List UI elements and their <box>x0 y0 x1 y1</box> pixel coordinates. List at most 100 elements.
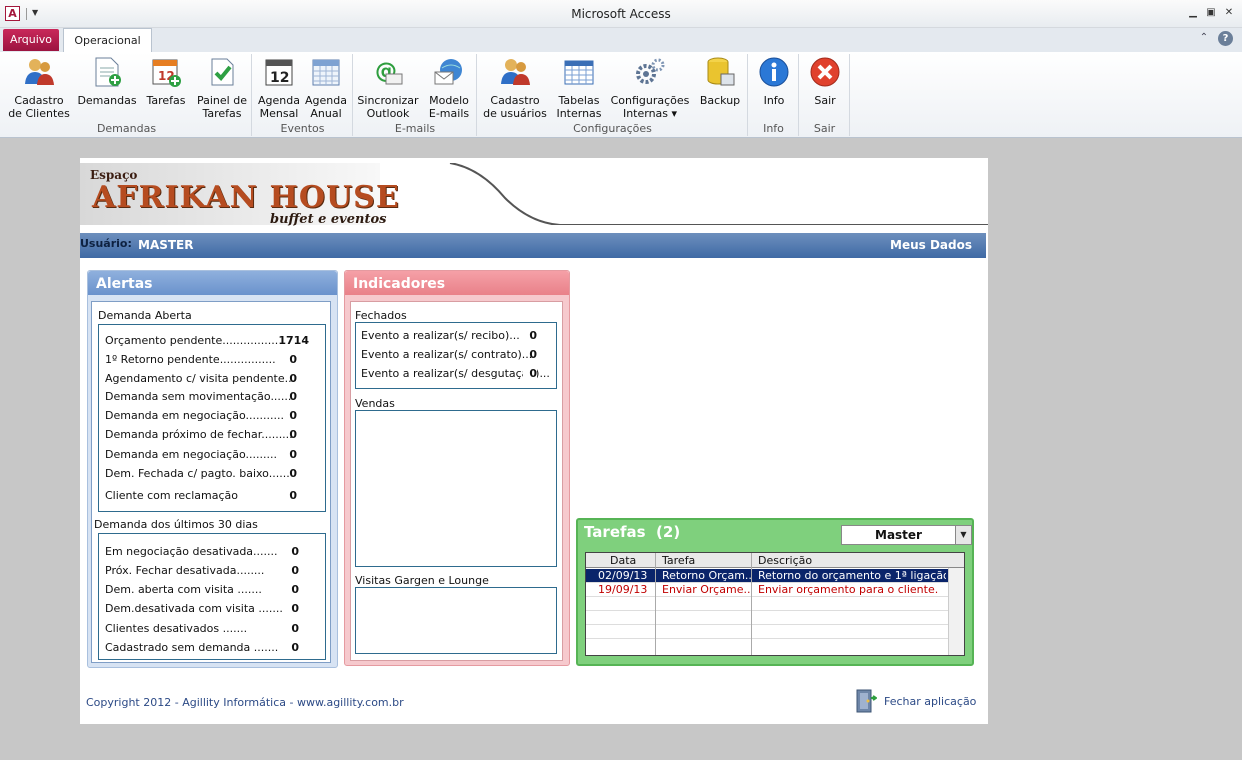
close-window-button[interactable]: ✕ <box>1222 6 1236 20</box>
tabelas-internas-button[interactable]: Tabelas Internas <box>552 56 606 120</box>
calendar-12-icon: 12 <box>263 56 295 88</box>
group-eventos: 12 Agenda Mensal Agenda Anual Eventos <box>253 54 353 136</box>
visitas-box <box>355 587 557 654</box>
window-title: Microsoft Access <box>571 7 671 21</box>
row-descricao: Retorno do orçamento e 1ª ligação c... <box>758 569 946 582</box>
group-info: Info Info <box>749 54 799 136</box>
visitas-label: Visitas Gargen e Lounge <box>355 574 489 587</box>
document-add-icon <box>91 56 123 88</box>
painel-tarefas-button[interactable]: Painel de Tarefas <box>194 56 250 120</box>
title-bar: A ▼ Microsoft Access ▁ ▣ ✕ <box>0 0 1242 28</box>
row-descricao: Enviar orçamento para o cliente. <box>758 583 939 596</box>
chevron-down-icon[interactable]: ▼ <box>955 526 971 544</box>
restore-button[interactable]: ▣ <box>1204 6 1218 20</box>
tarefas-count: (2) <box>656 523 681 541</box>
group-label-demandas: Demandas <box>96 122 157 135</box>
backup-button[interactable]: Backup <box>694 56 746 107</box>
alertas-content: Demanda Aberta Orçamento pendente.......… <box>91 301 331 663</box>
user-filter-value: Master <box>875 528 922 542</box>
group-configuracoes: Cadastro de usuários Tabelas Internas Co… <box>478 54 748 136</box>
svg-text:12: 12 <box>270 70 289 86</box>
agenda-anual-button[interactable]: Agenda Anual <box>303 56 349 120</box>
door-exit-icon[interactable] <box>855 688 878 714</box>
ultimos-30-dias-box: Em negociação desativada....... 0 Próx. F… <box>98 533 326 660</box>
main-form: Espaço AFRIKAN HOUSE buffet e eventos Us… <box>80 158 988 724</box>
tab-arquivo[interactable]: Arquivo <box>3 29 59 51</box>
gears-icon <box>634 56 666 88</box>
group-emails: @ Sincronizar Outlook Modelo E-mails E-m… <box>354 54 477 136</box>
column-header-descricao[interactable]: Descrição <box>758 554 812 567</box>
cadastro-clientes-button[interactable]: Cadastro de Clientes <box>4 56 74 120</box>
demandas-button[interactable]: Demandas <box>76 56 138 107</box>
logo-tagline: buffet e eventos <box>270 212 387 227</box>
fechar-aplicacao-link[interactable]: Fechar aplicação <box>884 695 976 708</box>
demanda-aberta-box: Orçamento pendente................ 1714 1… <box>98 324 326 512</box>
calendar-grid-icon <box>310 56 342 88</box>
row-data: 19/09/13 <box>598 583 648 596</box>
calendar-add-icon: 12 <box>150 56 182 88</box>
users-icon <box>23 56 55 88</box>
ribbon-collapse-icon[interactable]: ⌃ <box>1197 32 1211 46</box>
grid-column-divider <box>751 553 752 655</box>
table-row[interactable]: 02/09/13 Retorno Orçam... Retorno do orç… <box>586 569 948 583</box>
fechados-label: Fechados <box>355 309 407 322</box>
group-label-configuracoes: Configurações <box>573 122 652 135</box>
email-globe-icon <box>433 56 465 88</box>
logo-afrikan-house: AFRIKAN HOUSE <box>92 180 400 215</box>
group-sair: Sair Sair <box>800 54 850 136</box>
tarefas-panel: Tarefas (2) Master ▼ Data Tarefa Descriç… <box>576 518 974 666</box>
tarefas-button[interactable]: 12 Tarefas <box>140 56 192 107</box>
group-label-sair: Sair <box>813 122 836 135</box>
users-icon <box>499 56 531 88</box>
minimize-button[interactable]: ▁ <box>1186 6 1200 20</box>
vendas-box <box>355 410 557 567</box>
indicadores-header: Indicadores <box>345 271 569 295</box>
user-label: Usuário: <box>80 237 132 250</box>
indicadores-title: Indicadores <box>353 276 446 292</box>
grid-header: Data Tarefa Descrição <box>586 553 964 568</box>
ribbon: Cadastro de Clientes Demandas 12 Tarefas… <box>0 52 1242 138</box>
sair-button[interactable]: Sair <box>804 56 846 107</box>
user-filter-select[interactable]: Master ▼ <box>841 525 972 545</box>
ribbon-tab-bar: Arquivo Operacional ⌃ ? <box>0 28 1242 53</box>
database-icon <box>704 56 736 88</box>
column-header-data[interactable]: Data <box>610 554 636 567</box>
tarefas-grid: Data Tarefa Descrição 02/09/13 Retorno O… <box>585 552 965 656</box>
fechados-box: Evento a realizar(s/ recibo)... 0 Evento … <box>355 322 557 389</box>
alertas-header: Alertas <box>88 271 337 295</box>
vendas-label: Vendas <box>355 397 395 410</box>
group-demandas: Cadastro de Clientes Demandas 12 Tarefas… <box>2 54 252 136</box>
user-bar <box>80 233 986 258</box>
alertas-title: Alertas <box>96 276 153 292</box>
info-icon <box>758 56 790 88</box>
close-circle-icon <box>809 56 841 88</box>
empty-row <box>586 625 948 639</box>
row-tarefa: Retorno Orçam... <box>662 569 752 582</box>
agenda-mensal-button[interactable]: 12 Agenda Mensal <box>255 56 303 120</box>
table-row[interactable]: 19/09/13 Enviar Orçame... Enviar orçamen… <box>586 583 948 597</box>
indicadores-panel: Indicadores Fechados Evento a realizar(s… <box>344 270 570 666</box>
banner-swoosh <box>380 163 988 225</box>
group-label-info: Info <box>763 122 784 135</box>
checklist-icon <box>206 56 238 88</box>
group-label-eventos: Eventos <box>280 122 325 135</box>
alertas-panel: Alertas Demanda Aberta Orçamento pendent… <box>87 270 338 668</box>
info-button[interactable]: Info <box>753 56 795 107</box>
help-icon[interactable]: ? <box>1218 31 1233 46</box>
banner: Espaço AFRIKAN HOUSE buffet e eventos <box>80 158 988 230</box>
email-sync-icon: @ <box>372 56 404 88</box>
tarefas-title: Tarefas (2) <box>584 523 681 541</box>
row-data: 02/09/13 <box>598 569 648 582</box>
indicadores-content: Fechados Evento a realizar(s/ recibo)...… <box>350 301 563 661</box>
meus-dados-link[interactable]: Meus Dados <box>890 238 972 252</box>
modelo-emails-button[interactable]: Modelo E-mails <box>424 56 474 120</box>
column-header-tarefa[interactable]: Tarefa <box>662 554 695 567</box>
sincronizar-outlook-button[interactable]: @ Sincronizar Outlook <box>356 56 420 120</box>
copyright-text: Copyright 2012 - Agillity Informática - … <box>86 696 404 709</box>
ultimos-30-dias-label: Demanda dos últimos 30 dias <box>94 518 258 531</box>
tab-operacional[interactable]: Operacional <box>63 28 152 53</box>
table-icon <box>563 56 595 88</box>
configuracoes-internas-button[interactable]: Configurações Internas ▾ <box>610 56 690 120</box>
cadastro-usuarios-button[interactable]: Cadastro de usuários <box>480 56 550 120</box>
grid-scrollbar[interactable] <box>948 568 964 655</box>
